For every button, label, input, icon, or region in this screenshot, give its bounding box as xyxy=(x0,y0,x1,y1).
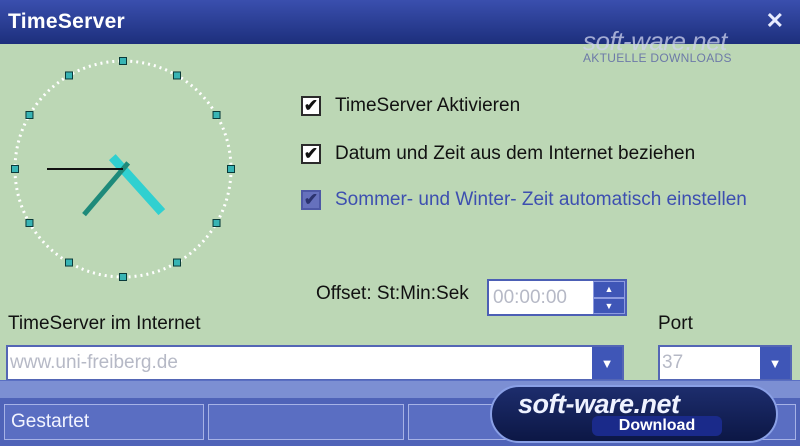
clock-hour-marker xyxy=(212,111,221,119)
checkbox-activate[interactable]: ✔ TimeServer Aktivieren xyxy=(301,95,520,117)
clock-hour-marker xyxy=(212,219,221,227)
port-label: Port xyxy=(658,313,693,334)
server-combobox[interactable]: www.uni-freiberg.de ▼ xyxy=(6,345,624,381)
chevron-down-icon[interactable]: ▼ xyxy=(760,347,790,379)
clock-hour-marker xyxy=(119,57,127,65)
close-icon[interactable]: ✕ xyxy=(766,8,784,34)
checkbox-check-icon: ✔ xyxy=(301,190,321,210)
badge-download-label: Download xyxy=(592,416,722,436)
timeserver-window: TimeServer ✕ soft-ware.net AKTUELLE DOWN… xyxy=(0,0,800,446)
status-panel-main: Gestartet xyxy=(4,404,204,440)
watermark-tagline: AKTUELLE DOWNLOADS xyxy=(583,51,732,65)
status-panel-2 xyxy=(208,404,404,440)
window-title: TimeServer xyxy=(8,10,126,33)
clock-hour-marker xyxy=(65,71,73,80)
offset-spin-buttons: ▲ ▼ xyxy=(593,281,625,314)
clock-hour-marker xyxy=(65,258,73,267)
hour-hand xyxy=(108,154,166,216)
clock-hour-marker xyxy=(173,258,181,267)
checkbox-internet-time[interactable]: ✔ Datum und Zeit aus dem Internet bezieh… xyxy=(301,143,695,165)
clock-hour-marker xyxy=(25,111,34,119)
chevron-down-icon[interactable]: ▼ xyxy=(592,347,622,379)
offset-label: Offset: St:Min:Sek xyxy=(316,283,469,304)
offset-spinner[interactable]: 00:00:00 ▲ ▼ xyxy=(487,279,627,316)
clock-hour-marker xyxy=(173,71,181,80)
clock-hour-marker xyxy=(119,273,127,281)
checkbox-label: Sommer- und Winter- Zeit automatisch ein… xyxy=(335,189,747,210)
server-label: TimeServer im Internet xyxy=(8,313,201,334)
checkbox-label: TimeServer Aktivieren xyxy=(335,95,521,116)
status-text: Gestartet xyxy=(11,411,90,432)
checkbox-dst[interactable]: ✔ Sommer- und Winter- Zeit automatisch e… xyxy=(301,189,747,211)
spin-down-icon[interactable]: ▼ xyxy=(593,297,625,314)
checkbox-check-icon: ✔ xyxy=(301,96,321,116)
checkbox-label: Datum und Zeit aus dem Internet beziehen xyxy=(335,143,696,164)
clock-hour-marker xyxy=(227,165,235,173)
port-combobox[interactable]: 37 ▼ xyxy=(658,345,792,381)
clock-hour-marker xyxy=(11,165,19,173)
clock-hour-marker xyxy=(25,219,34,227)
download-badge[interactable]: soft-ware.net Download xyxy=(490,385,778,443)
spin-up-icon[interactable]: ▲ xyxy=(593,281,625,298)
minute-hand xyxy=(82,161,131,217)
analog-clock xyxy=(11,57,235,281)
checkbox-check-icon: ✔ xyxy=(301,144,321,164)
port-value: 37 xyxy=(662,352,684,373)
offset-value: 00:00:00 xyxy=(493,286,567,308)
server-value: www.uni-freiberg.de xyxy=(10,352,178,373)
